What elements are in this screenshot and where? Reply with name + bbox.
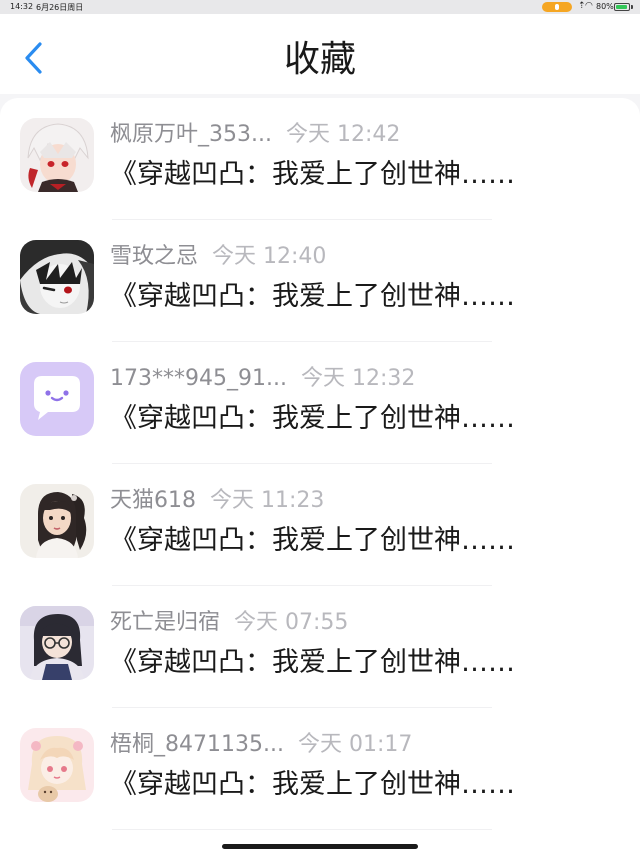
item-author[interactable]: 死亡是归宿 — [110, 610, 220, 635]
battery-icon — [614, 3, 630, 11]
avatar[interactable] — [20, 362, 94, 436]
item-meta: 枫原万叶_353... 今天 12:42 — [110, 120, 400, 150]
item-meta: 死亡是归宿 今天 07:55 — [110, 608, 348, 638]
avatar[interactable] — [20, 606, 94, 680]
item-meta: 173***945_91... 今天 12:32 — [110, 364, 415, 394]
item-content[interactable]: 《穿越凹凸：我爱上了创世神…… — [110, 766, 610, 804]
status-bar: 14:32 6月26日周日 ⇡ ◠ 80% — [0, 0, 640, 14]
status-time: 14:32 — [10, 2, 34, 11]
list-item[interactable]: 枫原万叶_353... 今天 12:42 《穿越凹凸：我爱上了创世神…… — [0, 98, 640, 220]
ponytail-girl-avatar-icon — [20, 484, 94, 558]
item-content[interactable]: 《穿越凹凸：我爱上了创世神…… — [110, 522, 610, 560]
home-indicator[interactable] — [222, 844, 418, 849]
status-date: 6月26日周日 — [36, 3, 84, 12]
list-item[interactable]: 梧桐_8471135... 今天 01:17 《穿越凹凸：我爱上了创世神…… — [0, 708, 640, 830]
item-timestamp: 今天 01:17 — [297, 732, 413, 757]
anime-avatar-monochrome-icon — [20, 240, 94, 314]
item-timestamp: 今天 07:55 — [234, 610, 349, 635]
list-item[interactable]: 死亡是归宿 今天 07:55 《穿越凹凸：我爱上了创世神…… — [0, 586, 640, 708]
list-item[interactable]: 雪玫之忌 今天 12:40 《穿越凹凸：我爱上了创世神…… — [0, 220, 640, 342]
battery-cap — [631, 5, 633, 9]
item-content[interactable]: 《穿越凹凸：我爱上了创世神…… — [110, 400, 610, 438]
pink-anime-avatar-icon — [20, 728, 94, 802]
battery-percent: 80% — [596, 2, 614, 11]
item-author[interactable]: 173***945_91... — [110, 366, 287, 391]
list-item[interactable]: 天猫618 今天 11:23 《穿越凹凸：我爱上了创世神…… — [0, 464, 640, 586]
glasses-girl-avatar-icon — [20, 606, 94, 680]
item-timestamp: 今天 12:32 — [300, 366, 416, 391]
avatar[interactable] — [20, 240, 94, 314]
header: 收藏 — [0, 14, 640, 94]
item-content[interactable]: 《穿越凹凸：我爱上了创世神…… — [110, 644, 610, 682]
favorites-list: 枫原万叶_353... 今天 12:42 《穿越凹凸：我爱上了创世神…… 雪玫之忌… — [0, 98, 640, 858]
item-author[interactable]: 天猫618 — [110, 488, 196, 513]
item-timestamp: 今天 12:40 — [212, 244, 327, 269]
item-author[interactable]: 雪玫之忌 — [110, 244, 198, 269]
anime-avatar-white-hair-icon — [20, 118, 94, 192]
item-author[interactable]: 枫原万叶_353... — [110, 122, 272, 147]
item-content[interactable]: 《穿越凹凸：我爱上了创世神…… — [110, 156, 610, 194]
page-title: 收藏 — [283, 39, 356, 80]
list-item[interactable]: 173***945_91... 今天 12:32 《穿越凹凸：我爱上了创世神…… — [0, 342, 640, 464]
wifi-icon: ◠ — [585, 1, 593, 11]
item-meta: 梧桐_8471135... 今天 01:17 — [110, 730, 412, 760]
avatar[interactable] — [20, 728, 94, 802]
item-timestamp: 今天 12:42 — [285, 122, 401, 147]
microphone-icon — [542, 2, 572, 12]
item-content[interactable]: 《穿越凹凸：我爱上了创世神…… — [110, 278, 610, 316]
divider — [112, 829, 492, 830]
item-meta: 天猫618 今天 11:23 — [110, 486, 324, 516]
item-author[interactable]: 梧桐_8471135... — [110, 732, 284, 757]
avatar[interactable] — [20, 118, 94, 192]
item-meta: 雪玫之忌 今天 12:40 — [110, 242, 326, 272]
item-timestamp: 今天 11:23 — [210, 488, 325, 513]
avatar[interactable] — [20, 484, 94, 558]
chat-bubble-avatar-icon — [20, 362, 94, 436]
